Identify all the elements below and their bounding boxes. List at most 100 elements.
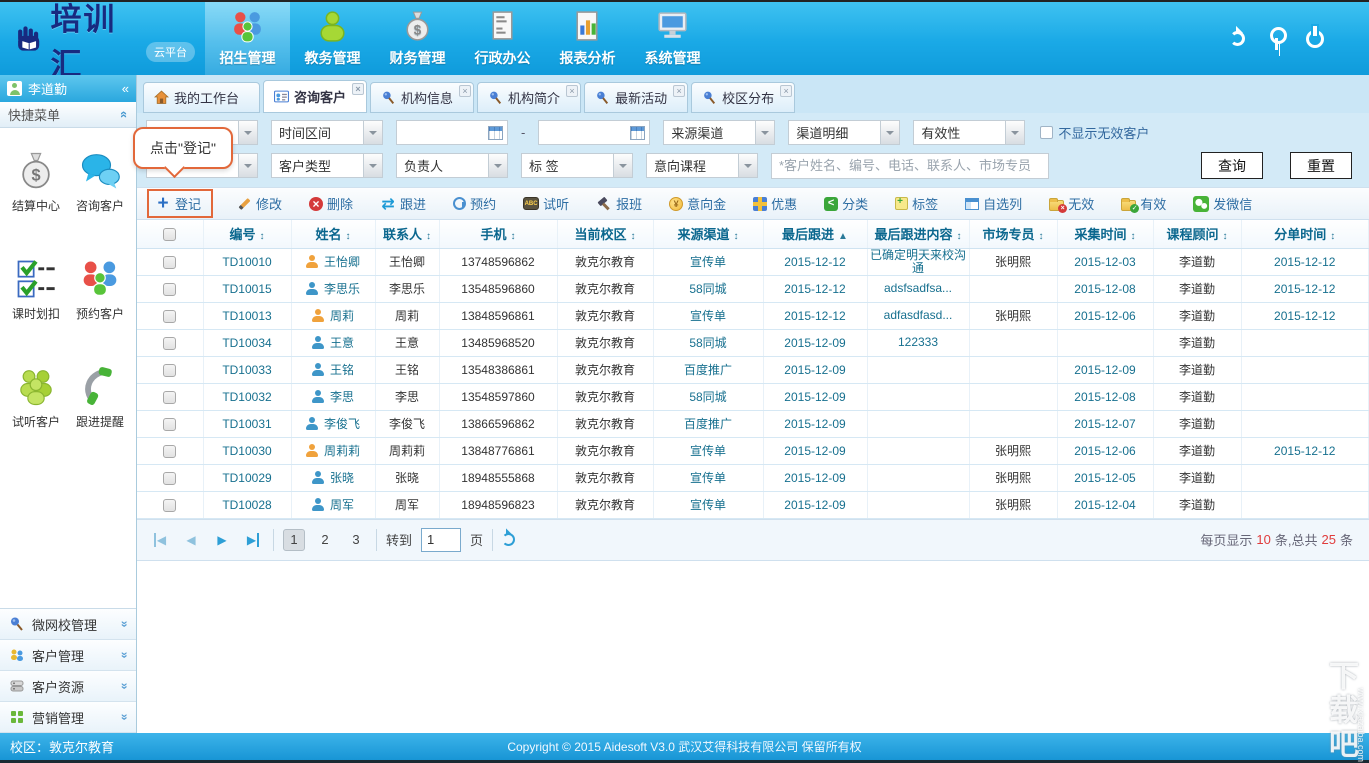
tab-org-profile[interactable]: 机构简介 × (477, 82, 581, 113)
toolbar-button[interactable]: 发微信 (1189, 191, 1256, 216)
toolbar-button[interactable]: 无效 (1045, 191, 1098, 216)
row-checkbox[interactable] (163, 499, 176, 512)
quick-item-reserved-customer[interactable]: 预约客户 (70, 258, 130, 322)
calendar-icon[interactable] (630, 126, 645, 140)
row-checkbox[interactable] (163, 391, 176, 404)
sort-icon[interactable]: ↕ (426, 231, 431, 242)
search-input[interactable] (771, 153, 1049, 179)
row-checkbox[interactable] (163, 283, 176, 296)
section-marketing[interactable]: 营销管理 « (0, 702, 136, 733)
toolbar-button[interactable]: 标签 (891, 191, 942, 216)
toolbar-button[interactable]: 登记 (147, 189, 213, 218)
toolbar-button[interactable]: 删除 (305, 191, 357, 216)
section-customer-resources[interactable]: 客户资源 « (0, 671, 136, 702)
sort-icon[interactable]: ↕ (631, 231, 636, 242)
query-button[interactable]: 查询 (1201, 152, 1263, 179)
sort-icon[interactable]: ↕ (260, 231, 265, 242)
refresh-icon[interactable] (502, 533, 515, 546)
sort-icon[interactable]: ↕ (1223, 231, 1228, 242)
sort-icon[interactable]: ↕ (511, 231, 516, 242)
time-range-dropdown[interactable]: 时间区间 (271, 120, 383, 145)
date-from-input[interactable] (396, 120, 508, 145)
toolbar-button[interactable]: 自选列 (961, 191, 1026, 216)
tab-org-info[interactable]: 机构信息 × (370, 82, 474, 113)
row-checkbox[interactable] (163, 472, 176, 485)
column-header[interactable]: 姓名↕ (291, 220, 375, 248)
channel-detail-dropdown[interactable]: 渠道明细 (788, 120, 900, 145)
close-icon[interactable]: × (459, 85, 471, 97)
tag-dropdown[interactable]: 标 签 (521, 153, 633, 178)
nav-finance[interactable]: $ 财务管理 (375, 2, 460, 75)
page-number[interactable]: 2 (314, 529, 336, 551)
first-page-button[interactable] (149, 529, 171, 551)
page-number[interactable]: 1 (283, 529, 305, 551)
column-header[interactable]: 采集时间↕ (1057, 220, 1153, 248)
toolbar-button[interactable]: 修改 (232, 191, 286, 216)
section-micro-school[interactable]: 微网校管理 « (0, 609, 136, 640)
tab-campus-distribution[interactable]: 校区分布 × (691, 82, 795, 113)
tab-my-workbench[interactable]: 我的工作台 (143, 82, 260, 113)
goto-page-input[interactable] (421, 528, 461, 552)
quick-item-class-hours[interactable]: 课时划扣 (6, 258, 66, 322)
quick-item-settlement[interactable]: $ 结算中心 (6, 150, 66, 214)
intent-course-dropdown[interactable]: 意向课程 (646, 153, 758, 178)
sort-icon[interactable]: ↕ (734, 231, 739, 242)
toolbar-button[interactable]: 试听 (519, 191, 573, 216)
row-checkbox[interactable] (163, 310, 176, 323)
sort-icon[interactable]: ↕ (1330, 231, 1335, 242)
nav-reports[interactable]: 报表分析 (545, 2, 630, 75)
calendar-icon[interactable] (488, 126, 503, 140)
table-row[interactable]: TD10013 周莉 周莉 13848596861 敦克尔教育 宣传单 2015… (137, 302, 1369, 329)
column-header[interactable]: 来源渠道↕ (653, 220, 763, 248)
source-channel-dropdown[interactable]: 来源渠道 (663, 120, 775, 145)
table-row[interactable]: TD10010 王怡卿 王怡卿 13748596862 敦克尔教育 宣传单 20… (137, 248, 1369, 275)
column-header[interactable]: 最后跟进内容↕ (867, 220, 969, 248)
owner-dropdown[interactable]: 负责人 (396, 153, 508, 178)
tab-latest-activity[interactable]: 最新活动 × (584, 82, 688, 113)
quick-item-follow-reminder[interactable]: 跟进提醒 (70, 366, 130, 430)
nav-enrollment[interactable]: 招生管理 (205, 2, 290, 75)
column-header[interactable]: 编号↕ (203, 220, 291, 248)
sort-icon[interactable]: ▲ (838, 231, 848, 242)
hide-invalid-checkbox[interactable] (1040, 126, 1053, 139)
column-header[interactable]: 当前校区↕ (557, 220, 653, 248)
row-checkbox[interactable] (163, 418, 176, 431)
sidebar-collapse-icon[interactable]: « (122, 81, 129, 96)
tab-consult-customer[interactable]: 咨询客户 × (263, 80, 367, 113)
nav-academic[interactable]: 教务管理 (290, 2, 375, 75)
toolbar-button[interactable]: 跟进 (376, 191, 430, 216)
row-checkbox[interactable] (163, 445, 176, 458)
table-row[interactable]: TD10029 张晓 张晓 18948555868 敦克尔教育 宣传单 2015… (137, 464, 1369, 491)
toolbar-button[interactable]: 报班 (592, 191, 646, 216)
row-checkbox[interactable] (163, 256, 176, 269)
select-all-checkbox[interactable] (163, 228, 176, 241)
sort-icon[interactable]: ↕ (346, 231, 351, 242)
quick-item-trial-customer[interactable]: 试听客户 (6, 366, 66, 430)
sort-icon[interactable]: ↕ (957, 231, 962, 242)
toolbar-button[interactable]: 预约 (449, 191, 500, 216)
row-checkbox[interactable] (163, 364, 176, 377)
section-customer-mgmt[interactable]: 客户管理 « (0, 640, 136, 671)
quick-menu-header[interactable]: 快捷菜单 « (0, 102, 136, 128)
next-page-button[interactable] (211, 529, 233, 551)
nav-system[interactable]: 系统管理 (630, 2, 715, 75)
toolbar-button[interactable]: 意向金 (665, 191, 730, 216)
close-icon[interactable]: × (566, 85, 578, 97)
reset-button[interactable]: 重置 (1290, 152, 1352, 179)
power-icon[interactable] (1306, 30, 1324, 48)
quick-item-consult-customer[interactable]: 咨询客户 (70, 150, 130, 214)
column-header[interactable]: 手机↕ (439, 220, 557, 248)
column-header[interactable]: 联系人↕ (375, 220, 439, 248)
sort-icon[interactable]: ↕ (1039, 231, 1044, 242)
prev-page-button[interactable] (180, 529, 202, 551)
column-header[interactable]: 最后跟进▲ (763, 220, 867, 248)
user-bar[interactable]: 李道勤 « (0, 75, 136, 102)
row-checkbox[interactable] (163, 337, 176, 350)
refresh-icon[interactable] (1230, 31, 1245, 46)
select-all-header[interactable] (137, 220, 203, 248)
table-row[interactable]: TD10032 李思 李思 13548597860 敦克尔教育 58同城 201… (137, 383, 1369, 410)
column-header[interactable]: 课程顾问↕ (1153, 220, 1241, 248)
column-header[interactable]: 分单时间↕ (1241, 220, 1369, 248)
toolbar-button[interactable]: 优惠 (749, 191, 801, 216)
table-row[interactable]: TD10033 王铭 王铭 13548386861 敦克尔教育 百度推广 201… (137, 356, 1369, 383)
